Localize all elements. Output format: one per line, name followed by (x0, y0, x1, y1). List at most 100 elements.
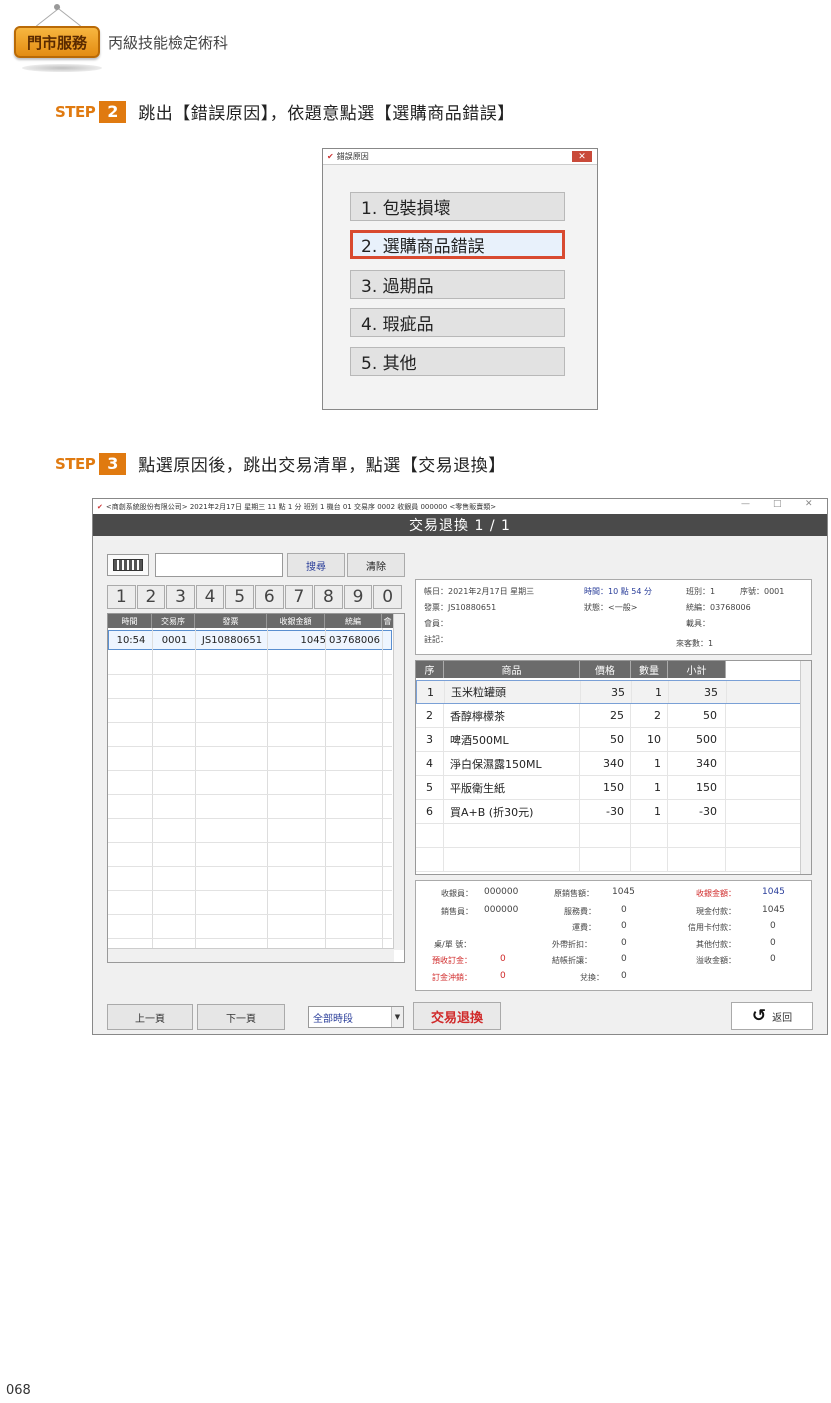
next-page-button[interactable]: 下一頁 (197, 1004, 285, 1030)
cashier-label: 收銀員： (441, 889, 473, 898)
table-row (416, 848, 801, 872)
back-button[interactable]: ↺ 返回 (731, 1002, 813, 1030)
table-row[interactable]: 1 玉米粒罐頭 35 1 35 (416, 680, 801, 704)
grid-line (152, 628, 153, 948)
search-button[interactable]: 搜尋 (287, 553, 345, 577)
nail-icon (54, 4, 60, 10)
reason-option-2[interactable]: 2. 選購商品錯誤 (350, 230, 565, 259)
deposit-value: 0 (500, 954, 506, 964)
step-number: 3 (99, 452, 127, 475)
credit-label: 信用卡付款： (688, 923, 736, 932)
col-invoice[interactable]: 發票 (195, 614, 267, 628)
keyboard-button[interactable] (107, 554, 149, 576)
info-member: 會員： (424, 619, 448, 628)
change-label: 兌換： (580, 973, 604, 982)
cashier-value: 000000 (484, 887, 519, 897)
grid-line (108, 674, 392, 675)
pos-titlebar: ✔ <商創系統股份有限公司> 2021年2月17日 星期三 11 點 1 分 班… (93, 499, 827, 514)
cell-product: 香醇檸檬茶 (444, 704, 580, 727)
sales-label: 銷售員： (441, 907, 473, 916)
pos-window: ✔ <商創系統股份有限公司> 2021年2月17日 星期三 11 點 1 分 班… (92, 498, 828, 1035)
info-note: 註記： (424, 635, 448, 644)
grid-line (382, 628, 383, 948)
col-price[interactable]: 價格 (580, 661, 631, 678)
transaction-info: 帳日：2021年2月17日 星期三 時間：10 點 54 分 班別：1 序號：0… (415, 579, 812, 655)
cell-invoice: JS10880651 (201, 634, 263, 646)
clear-button[interactable]: 清除 (347, 553, 405, 577)
cell-seq: 0001 (161, 634, 188, 646)
cell-price: 25 (580, 704, 631, 727)
deposit-offset-value: 0 (500, 971, 506, 981)
reason-option-5[interactable]: 5. 其他 (350, 347, 565, 376)
horizontal-scrollbar[interactable] (108, 948, 394, 962)
grid-line (108, 938, 392, 939)
col-time[interactable]: 時間 (108, 614, 152, 628)
col-seq[interactable]: 交易序 (152, 614, 195, 628)
table-row[interactable]: 5 平版衛生紙 150 1 150 (416, 776, 801, 800)
cell-qty: 10 (631, 728, 668, 751)
maximize-button[interactable]: □ (773, 499, 782, 509)
col-qty[interactable]: 數量 (631, 661, 668, 678)
col-amount[interactable]: 收銀金額 (267, 614, 325, 628)
key-2[interactable]: 2 (136, 585, 166, 609)
col-tax-id[interactable]: 統編 (325, 614, 382, 628)
cell-product: 啤酒500ML (444, 728, 580, 751)
grid-line (108, 794, 392, 795)
cell-price: 340 (580, 752, 631, 775)
table-row[interactable]: 2 香醇檸檬茶 25 2 50 (416, 704, 801, 728)
search-input[interactable] (155, 553, 283, 577)
close-button[interactable]: ✕ (805, 499, 813, 509)
col-no[interactable]: 序 (416, 661, 444, 678)
app-icon: ✔ (327, 152, 334, 161)
received-label: 收銀金額： (696, 889, 736, 898)
key-5[interactable]: 5 (225, 585, 254, 609)
vertical-scrollbar[interactable] (800, 661, 811, 874)
step-text: 點選原因後，跳出交易清單，點選【交易退換】 (138, 456, 506, 476)
deposit-offset-label: 訂金沖銷： (432, 973, 472, 982)
table-row[interactable]: 6 買A+B (折30元) -30 1 -30 (416, 800, 801, 824)
ext-discount-value: 0 (621, 938, 627, 948)
cell-product: 淨白保濕露150ML (444, 752, 580, 775)
credit-value: 0 (770, 921, 776, 931)
cell-no: 1 (417, 681, 445, 703)
reason-option-1[interactable]: 1. 包裝損壞 (350, 192, 565, 221)
orig-sales-value: 1045 (612, 887, 635, 897)
table-label: 桌/單 號： (434, 940, 472, 949)
grid-line (195, 628, 196, 948)
col-product[interactable]: 商品 (444, 661, 580, 678)
undo-arrow-icon: ↺ (751, 1006, 767, 1026)
table-row[interactable]: 10:54 0001 JS10880651 1045 03768006 (108, 630, 392, 650)
info-carrier: 載具： (686, 619, 710, 628)
key-4[interactable]: 4 (195, 585, 225, 609)
overpay-label: 溢收金額： (696, 956, 736, 965)
info-tax-id: 統編：03768006 (686, 603, 751, 612)
dialog-titlebar: ✔ 錯誤原因 ✕ (323, 149, 597, 165)
service-value: 0 (621, 905, 627, 915)
col-subtotal[interactable]: 小計 (668, 661, 726, 678)
period-select[interactable]: 全部時段 ▼ (308, 1006, 404, 1028)
error-reason-dialog: ✔ 錯誤原因 ✕ 1. 包裝損壞 2. 選購商品錯誤 3. 過期品 4. 瑕疵品… (322, 148, 598, 410)
cell-price: -30 (580, 800, 631, 823)
badge-label: 門市服務 (14, 26, 100, 58)
table-row[interactable]: 3 啤酒500ML 50 10 500 (416, 728, 801, 752)
key-1[interactable]: 1 (107, 585, 136, 609)
checkout-discount-value: 0 (621, 954, 627, 964)
table-row[interactable]: 4 淨白保濕露150ML 340 1 340 (416, 752, 801, 776)
step-label: STEP (55, 454, 96, 473)
cell-no: 6 (416, 800, 444, 823)
trade-return-button[interactable]: 交易退換 (413, 1002, 501, 1030)
prev-page-button[interactable]: 上一頁 (107, 1004, 193, 1030)
vertical-scrollbar[interactable] (393, 614, 404, 950)
key-0[interactable]: 0 (373, 585, 402, 609)
key-7[interactable]: 7 (284, 585, 314, 609)
reason-option-3[interactable]: 3. 過期品 (350, 270, 565, 299)
cell-qty: 1 (632, 681, 669, 703)
key-9[interactable]: 9 (343, 585, 373, 609)
reason-option-4[interactable]: 4. 瑕疵品 (350, 308, 565, 337)
close-button[interactable]: ✕ (572, 151, 592, 162)
minimize-button[interactable]: — (741, 499, 750, 509)
cell-no: 5 (416, 776, 444, 799)
key-3[interactable]: 3 (166, 585, 195, 609)
key-8[interactable]: 8 (314, 585, 343, 609)
key-6[interactable]: 6 (254, 585, 284, 609)
